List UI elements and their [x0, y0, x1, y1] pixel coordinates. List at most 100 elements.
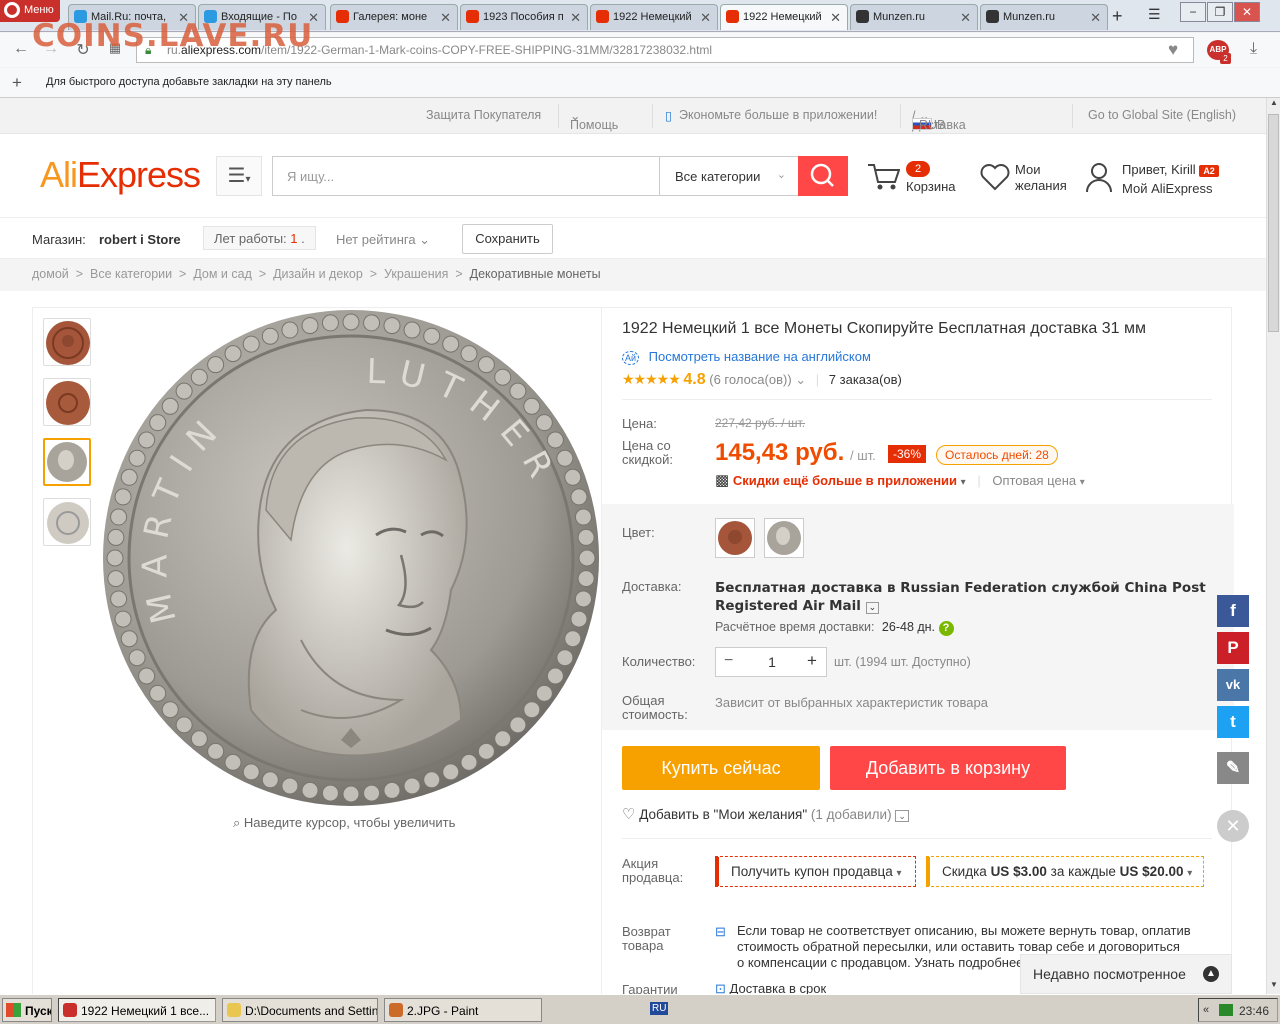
store-name-link[interactable]: robert i Store: [99, 232, 181, 247]
search-button[interactable]: [798, 156, 848, 196]
pinterest-share-icon[interactable]: P: [1217, 632, 1249, 664]
browser-tab[interactable]: 1922 Немецкий ✕: [720, 4, 848, 30]
edit-icon[interactable]: ✎: [1217, 752, 1249, 784]
product-title: 1922 Немецкий 1 все Монеты Скопируйте Бе…: [622, 320, 1146, 337]
start-button[interactable]: Пуск: [2, 998, 52, 1022]
app-discount-row[interactable]: ▩ Скидки ещё больше в приложении ▾ | Опт…: [715, 471, 1085, 489]
vk-share-icon[interactable]: vk: [1217, 669, 1249, 701]
ship-to-menu[interactable]: Доставка в / RUB ⌄: [912, 108, 966, 146]
help-menu[interactable]: Помощь ⌄: [570, 108, 618, 132]
close-tab-icon[interactable]: ✕: [1090, 10, 1101, 26]
breadcrumb-item[interactable]: Украшения: [384, 267, 448, 281]
coin-bead: [120, 630, 138, 648]
aliexpress-logo[interactable]: AliExpress: [40, 154, 201, 196]
coin-bead: [128, 449, 146, 467]
help-icon[interactable]: ?: [938, 621, 954, 636]
twitter-share-icon[interactable]: t: [1217, 706, 1249, 738]
taskbar-window-button[interactable]: 1922 Немецкий 1 все...: [58, 998, 216, 1022]
quantity-stepper[interactable]: − 1 +: [715, 647, 827, 677]
tray-expand-icon[interactable]: «: [1203, 1004, 1209, 1016]
user-icon[interactable]: [1085, 160, 1113, 197]
close-window-button[interactable]: ✕: [1234, 2, 1260, 22]
breadcrumb-item[interactable]: домой: [32, 267, 69, 281]
add-to-wishlist[interactable]: ♡ Добавить в "Мои желания" (1 добавили) …: [622, 805, 909, 823]
color-option-copper[interactable]: [715, 518, 755, 558]
add-bookmark-icon[interactable]: +: [12, 73, 22, 93]
category-menu-button[interactable]: ☰▾: [216, 156, 262, 196]
heart-icon[interactable]: [979, 162, 1011, 195]
bookmark-heart-icon[interactable]: ♥: [1168, 40, 1178, 60]
browser-tab[interactable]: 1923 Пособия п ✕: [460, 4, 588, 30]
store-rating-menu[interactable]: Нет рейтинга ⌄: [336, 232, 430, 248]
thumbnail-copper-front[interactable]: [43, 318, 91, 366]
translate-row[interactable]: Aй Посмотреть название на английском: [622, 349, 871, 365]
new-tab-icon[interactable]: +: [1112, 6, 1123, 27]
wishlist-line2: желания: [1015, 178, 1067, 193]
buyer-protection-link[interactable]: Защита Покупателя: [426, 108, 541, 122]
tab-label: Munzen.ru: [1003, 11, 1055, 23]
store-discount-offer[interactable]: Скидка US $3.00 за каждые US $20.00 ▾: [926, 856, 1204, 887]
seller-coupon-button[interactable]: Получить купон продавца ▾: [715, 856, 916, 887]
category-select[interactable]: Все категории ⌄: [659, 156, 799, 196]
browser-tab[interactable]: 1922 Немецкий ✕: [590, 4, 718, 30]
facebook-share-icon[interactable]: f: [1217, 595, 1249, 627]
account-menu[interactable]: Привет, Kirill A2 Мой AliExpress: [1122, 161, 1219, 197]
browser-tab[interactable]: Munzen.ru ✕: [980, 4, 1108, 30]
tab-menu-icon[interactable]: ☰: [1148, 6, 1161, 23]
search-input[interactable]: Я ищу...: [272, 156, 660, 196]
taskbar-window-button[interactable]: D:\Documents and Settin...: [222, 998, 378, 1022]
back-icon[interactable]: ←: [10, 40, 32, 60]
quantity-input[interactable]: 1: [752, 654, 792, 670]
tray-app-icon[interactable]: [1219, 1004, 1233, 1016]
thumbnail-copper-back[interactable]: [43, 378, 91, 426]
scroll-down-arrow[interactable]: ▼: [1268, 980, 1280, 994]
download-icon[interactable]: ⤓: [1250, 40, 1257, 58]
taskbar-window-button[interactable]: 2.JPG - Paint: [384, 998, 542, 1022]
cart-label[interactable]: Корзина: [906, 179, 956, 194]
coin-bead: [107, 528, 125, 546]
scroll-thumb[interactable]: [1268, 114, 1279, 332]
close-tab-icon[interactable]: ✕: [960, 10, 971, 26]
save-store-button[interactable]: Сохранить: [462, 224, 553, 254]
shipping-text: Бесплатная доставка в Russian Federation…: [715, 580, 1206, 614]
scroll-up-arrow[interactable]: ▲: [1268, 98, 1280, 112]
increase-quantity-button[interactable]: +: [807, 651, 817, 671]
my-aliexpress-link[interactable]: Мой AliExpress: [1122, 180, 1219, 197]
shipping-method[interactable]: Бесплатная доставка в Russian Federation…: [715, 579, 1215, 617]
votes-count[interactable]: (6 голоса(ов)): [709, 372, 791, 387]
site-watermark: COINS.LAVE.RU: [32, 18, 314, 54]
thumbnail-silver-front[interactable]: [43, 438, 91, 486]
buy-now-button[interactable]: Купить сейчас: [622, 746, 820, 790]
global-site-link[interactable]: Go to Global Site (English): [1088, 108, 1236, 122]
minimize-button[interactable]: −: [1180, 2, 1206, 22]
recently-viewed-bar[interactable]: Недавно посмотренное ▲: [1020, 954, 1232, 994]
close-tab-icon[interactable]: ✕: [700, 10, 711, 26]
close-share-icon[interactable]: ✕: [1217, 810, 1249, 842]
breadcrumb-item[interactable]: Дом и сад: [193, 267, 252, 281]
browser-tab[interactable]: Галерея: моне ✕: [330, 4, 458, 30]
add-to-cart-button[interactable]: Добавить в корзину: [830, 746, 1066, 790]
close-tab-icon[interactable]: ✕: [440, 10, 451, 26]
tab-favicon-icon: [856, 10, 869, 23]
decrease-quantity-button[interactable]: −: [724, 652, 733, 670]
breadcrumb-separator: >: [448, 267, 470, 281]
cart-icon[interactable]: [866, 160, 901, 195]
coin-bead: [175, 382, 193, 400]
maximize-button[interactable]: ❐: [1207, 2, 1233, 22]
close-tab-icon[interactable]: ✕: [830, 10, 841, 26]
thumbnail-silver-back[interactable]: [43, 498, 91, 546]
browser-tab[interactable]: Munzen.ru ✕: [850, 4, 978, 30]
close-tab-icon[interactable]: ✕: [570, 10, 581, 26]
url-path: /item/1922-German-1-Mark-coins-COPY-FREE…: [261, 43, 713, 57]
breadcrumb-item[interactable]: Дизайн и декор: [273, 267, 363, 281]
breadcrumb-item[interactable]: Все категории: [90, 267, 172, 281]
wishlist-link[interactable]: Мои желания: [1015, 162, 1067, 194]
wholesale-price-link[interactable]: Оптовая цена: [992, 473, 1076, 488]
color-option-silver[interactable]: [764, 518, 804, 558]
language-indicator[interactable]: RU: [650, 1002, 669, 1015]
tab-favicon-icon: [986, 10, 999, 23]
coin-bead: [509, 716, 527, 734]
vertical-scrollbar[interactable]: ▲ ▼: [1266, 98, 1280, 994]
app-promo-link[interactable]: Экономьте больше в приложении!: [679, 108, 877, 122]
main-product-image[interactable]: MARTIN LUTHER: [101, 310, 601, 810]
